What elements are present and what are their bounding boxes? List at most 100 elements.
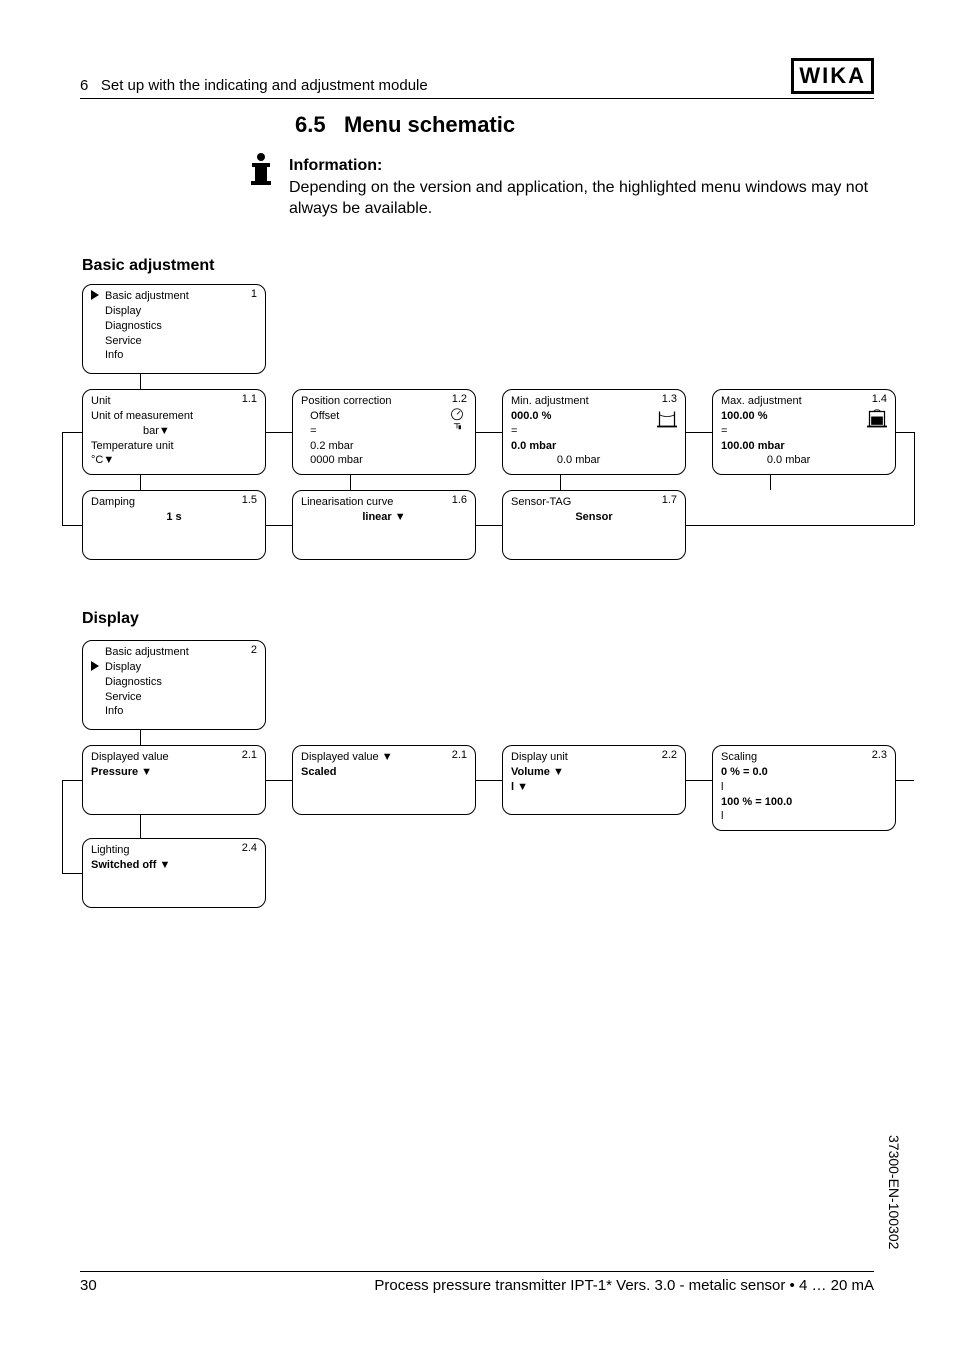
connector xyxy=(140,815,141,838)
box-number: 2 xyxy=(251,644,257,656)
box-1-4: 1.4 Max. adjustment 100.00 % = 100.00 mb… xyxy=(712,389,896,475)
connector xyxy=(62,780,82,781)
box-line: 0000 mbar xyxy=(301,453,467,468)
connector xyxy=(476,432,502,433)
box-line: °C▼ xyxy=(91,453,257,468)
box-line: 1 s xyxy=(91,510,257,525)
section-title: Menu schematic xyxy=(344,112,515,137)
menu-item: Display xyxy=(91,660,257,675)
section-heading: 6.5 Menu schematic xyxy=(295,112,515,138)
box-number: 1.2 xyxy=(452,393,467,405)
box-line: 0.2 mbar xyxy=(301,439,467,454)
box-line: l xyxy=(721,780,887,795)
box-line: Max. adjustment xyxy=(721,394,887,409)
menu-item: Info xyxy=(91,704,257,719)
dial-icon xyxy=(447,408,467,430)
box-number: 1.6 xyxy=(452,494,467,506)
menu-item: Service xyxy=(91,690,257,705)
info-text: Information: Depending on the version an… xyxy=(289,155,869,220)
page-footer: 30 Process pressure transmitter IPT-1* V… xyxy=(80,1271,874,1294)
box-number: 2.1 xyxy=(452,749,467,761)
box-line: Offset xyxy=(301,409,467,424)
box-number: 1.5 xyxy=(242,494,257,506)
connector xyxy=(62,432,63,525)
box-1-3: 1.3 Min. adjustment 000.0 % = 0.0 mbar 0… xyxy=(502,389,686,475)
connector xyxy=(914,432,915,525)
box-line: = xyxy=(511,424,677,439)
box-line: Pressure ▼ xyxy=(91,765,257,780)
box-line: Lighting xyxy=(91,843,257,858)
box-line: Unit of measurement xyxy=(91,409,257,424)
connector xyxy=(266,525,292,526)
box-number: 1.4 xyxy=(872,393,887,405)
menu-item: Display xyxy=(91,304,257,319)
info-heading: Information: xyxy=(289,157,382,174)
connector xyxy=(266,432,292,433)
info-block: Information: Depending on the version an… xyxy=(255,155,869,220)
connector xyxy=(686,525,914,526)
connector xyxy=(62,525,82,526)
box-number: 2.2 xyxy=(662,749,677,761)
box-line: Scaled xyxy=(301,765,467,780)
menu-item: Basic adjustment xyxy=(91,289,257,304)
menu-item: Basic adjustment xyxy=(91,645,257,660)
box-line: Position correction xyxy=(301,394,467,409)
box-line: Scaling xyxy=(721,750,887,765)
box-number: 2.3 xyxy=(872,749,887,761)
box-line: 0.0 mbar xyxy=(511,453,677,468)
box-1-1: 1.1 Unit Unit of measurement bar▼ Temper… xyxy=(82,389,266,475)
box-number: 1.3 xyxy=(662,393,677,405)
box-line: Damping xyxy=(91,495,257,510)
connector xyxy=(140,475,141,490)
box-line: 0.0 mbar xyxy=(721,453,887,468)
box-1-6: 1.6 Linearisation curve linear ▼ xyxy=(292,490,476,560)
connector xyxy=(350,475,351,490)
connector xyxy=(140,730,141,745)
box-2-2: 2.2 Display unit Volume ▼ l ▼ xyxy=(502,745,686,815)
box-line: Min. adjustment xyxy=(511,394,677,409)
box-line: Displayed value ▼ xyxy=(301,750,467,765)
box-line: Displayed value xyxy=(91,750,257,765)
info-body: Depending on the version and application… xyxy=(289,179,868,218)
connector xyxy=(770,475,771,490)
connector xyxy=(266,780,292,781)
connector xyxy=(62,432,82,433)
box-2-1a: 2.1 Displayed value Pressure ▼ xyxy=(82,745,266,815)
box-line: = xyxy=(721,424,887,439)
box-line: = xyxy=(301,424,467,439)
connector xyxy=(62,780,63,873)
tank-closed-icon xyxy=(867,408,887,430)
box-line: 100 % = 100.0 xyxy=(721,795,887,810)
connector xyxy=(476,780,502,781)
page-header: 6 Set up with the indicating and adjustm… xyxy=(80,58,874,99)
connector xyxy=(896,780,914,781)
box-number: 2.1 xyxy=(242,749,257,761)
box-2-1b: 2.1 Displayed value ▼ Scaled xyxy=(292,745,476,815)
box-line: Sensor-TAG xyxy=(511,495,677,510)
box-line: Unit xyxy=(91,394,257,409)
connector xyxy=(896,432,914,433)
box-line: Sensor xyxy=(511,510,677,525)
box-line: Linearisation curve xyxy=(301,495,467,510)
menu-item: Diagnostics xyxy=(91,319,257,334)
box-line: bar▼ xyxy=(91,424,257,439)
box-line: 0.0 mbar xyxy=(511,439,677,454)
box-2-4: 2.4 Lighting Switched off ▼ xyxy=(82,838,266,908)
page-number: 30 xyxy=(80,1277,97,1294)
brand-logo: WIKA xyxy=(791,58,874,94)
connector xyxy=(62,873,82,874)
connector xyxy=(560,475,561,490)
box-line: Display unit xyxy=(511,750,677,765)
box-line: Temperature unit xyxy=(91,439,257,454)
box-line: Switched off ▼ xyxy=(91,858,257,873)
menu-item: Service xyxy=(91,334,257,349)
header-title: 6 Set up with the indicating and adjustm… xyxy=(80,77,428,94)
box-number: 1.1 xyxy=(242,393,257,405)
info-icon xyxy=(255,153,267,220)
section-number: 6.5 xyxy=(295,112,326,137)
basic-root-box: 1 Basic adjustment Display Diagnostics S… xyxy=(82,284,266,374)
chapter-num: 6 xyxy=(80,77,88,94)
box-line: 0 % = 0.0 xyxy=(721,765,887,780)
box-line: Volume ▼ xyxy=(511,765,677,780)
basic-heading: Basic adjustment xyxy=(82,257,214,275)
